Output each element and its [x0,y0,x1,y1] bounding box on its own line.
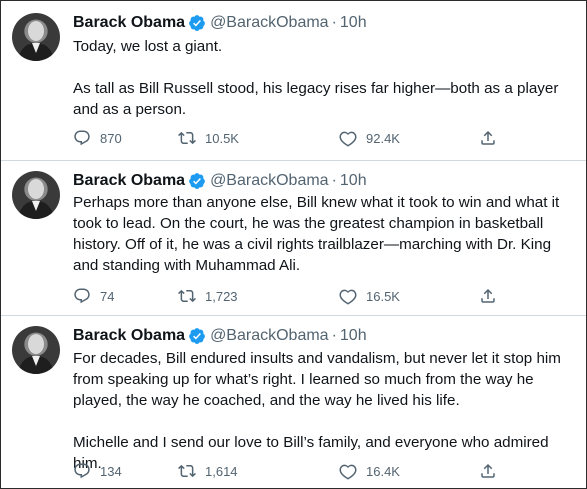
retweet-button[interactable]: 1,614 [178,462,238,480]
avatar[interactable] [12,13,60,61]
reply-icon [74,463,90,479]
separator-dot: · [331,172,337,189]
verified-badge-icon [189,328,205,344]
like-icon [339,464,357,480]
like-icon [339,131,357,147]
author-handle[interactable]: @BarackObama [210,13,329,33]
like-icon [339,289,357,305]
reply-icon [74,130,90,146]
share-button[interactable] [479,287,497,305]
reply-button[interactable]: 134 [73,462,122,480]
author-handle[interactable]: @BarackObama [210,171,329,191]
tweet-actions: 134 1,614 16.4K [73,461,503,481]
tweet-paragraph: Today, we lost a giant. [73,38,223,55]
author-name[interactable]: Barack Obama [73,326,185,346]
retweet-icon [178,131,196,145]
retweet-icon [178,464,196,478]
retweet-icon [178,289,196,303]
like-count: 16.4K [366,463,400,479]
tweet-text: For decades, Bill endured insults and va… [73,348,578,474]
like-button[interactable]: 16.5K [339,287,400,305]
tweet-thread: Barack Obama @BarackObama · 10h Today, w… [0,0,587,489]
tweet-paragraph: Perhaps more than anyone else, Bill knew… [73,194,560,274]
like-count: 92.4K [366,130,400,146]
share-icon [481,130,495,145]
reply-button[interactable]: 870 [73,129,122,147]
verified-badge-icon [189,15,205,31]
tweet-paragraph: For decades, Bill endured insults and va… [73,350,561,409]
author-name[interactable]: Barack Obama [73,171,185,191]
author-handle[interactable]: @BarackObama [210,326,329,346]
retweet-button[interactable]: 10.5K [178,129,239,147]
timestamp[interactable]: 10h [340,171,367,191]
share-icon [481,463,495,478]
reply-button[interactable]: 74 [73,287,114,305]
share-button[interactable] [479,129,497,147]
tweet-paragraph: As tall as Bill Russell stood, his legac… [73,80,559,118]
share-button[interactable] [479,462,497,480]
tweet-actions: 870 10.5K 92.4K [73,128,503,148]
retweet-count: 1,614 [205,463,238,479]
tweet[interactable]: Barack Obama @BarackObama · 10h For deca… [1,316,586,488]
avatar[interactable] [12,171,60,219]
verified-badge-icon [189,173,205,189]
author-name[interactable]: Barack Obama [73,13,185,33]
reply-icon [74,288,90,304]
tweet[interactable]: Barack Obama @BarackObama · 10h Perhaps … [1,161,586,316]
avatar[interactable] [12,326,60,374]
timestamp[interactable]: 10h [340,326,367,346]
reply-count: 134 [100,463,122,479]
share-icon [481,288,495,303]
separator-dot: · [331,327,337,344]
like-count: 16.5K [366,288,400,304]
tweet[interactable]: Barack Obama @BarackObama · 10h Today, w… [1,1,586,161]
like-button[interactable]: 92.4K [339,129,400,147]
like-button[interactable]: 16.4K [339,462,400,480]
retweet-count: 10.5K [205,130,239,146]
timestamp[interactable]: 10h [340,13,367,33]
retweet-count: 1,723 [205,288,238,304]
reply-count: 74 [100,288,115,304]
tweet-text: Perhaps more than anyone else, Bill knew… [73,192,578,276]
tweet-actions: 74 1,723 16.5K [73,286,503,306]
reply-count: 870 [100,130,122,146]
tweet-text: Today, we lost a giant. As tall as Bill … [73,36,578,120]
separator-dot: · [331,14,337,31]
retweet-button[interactable]: 1,723 [178,287,238,305]
